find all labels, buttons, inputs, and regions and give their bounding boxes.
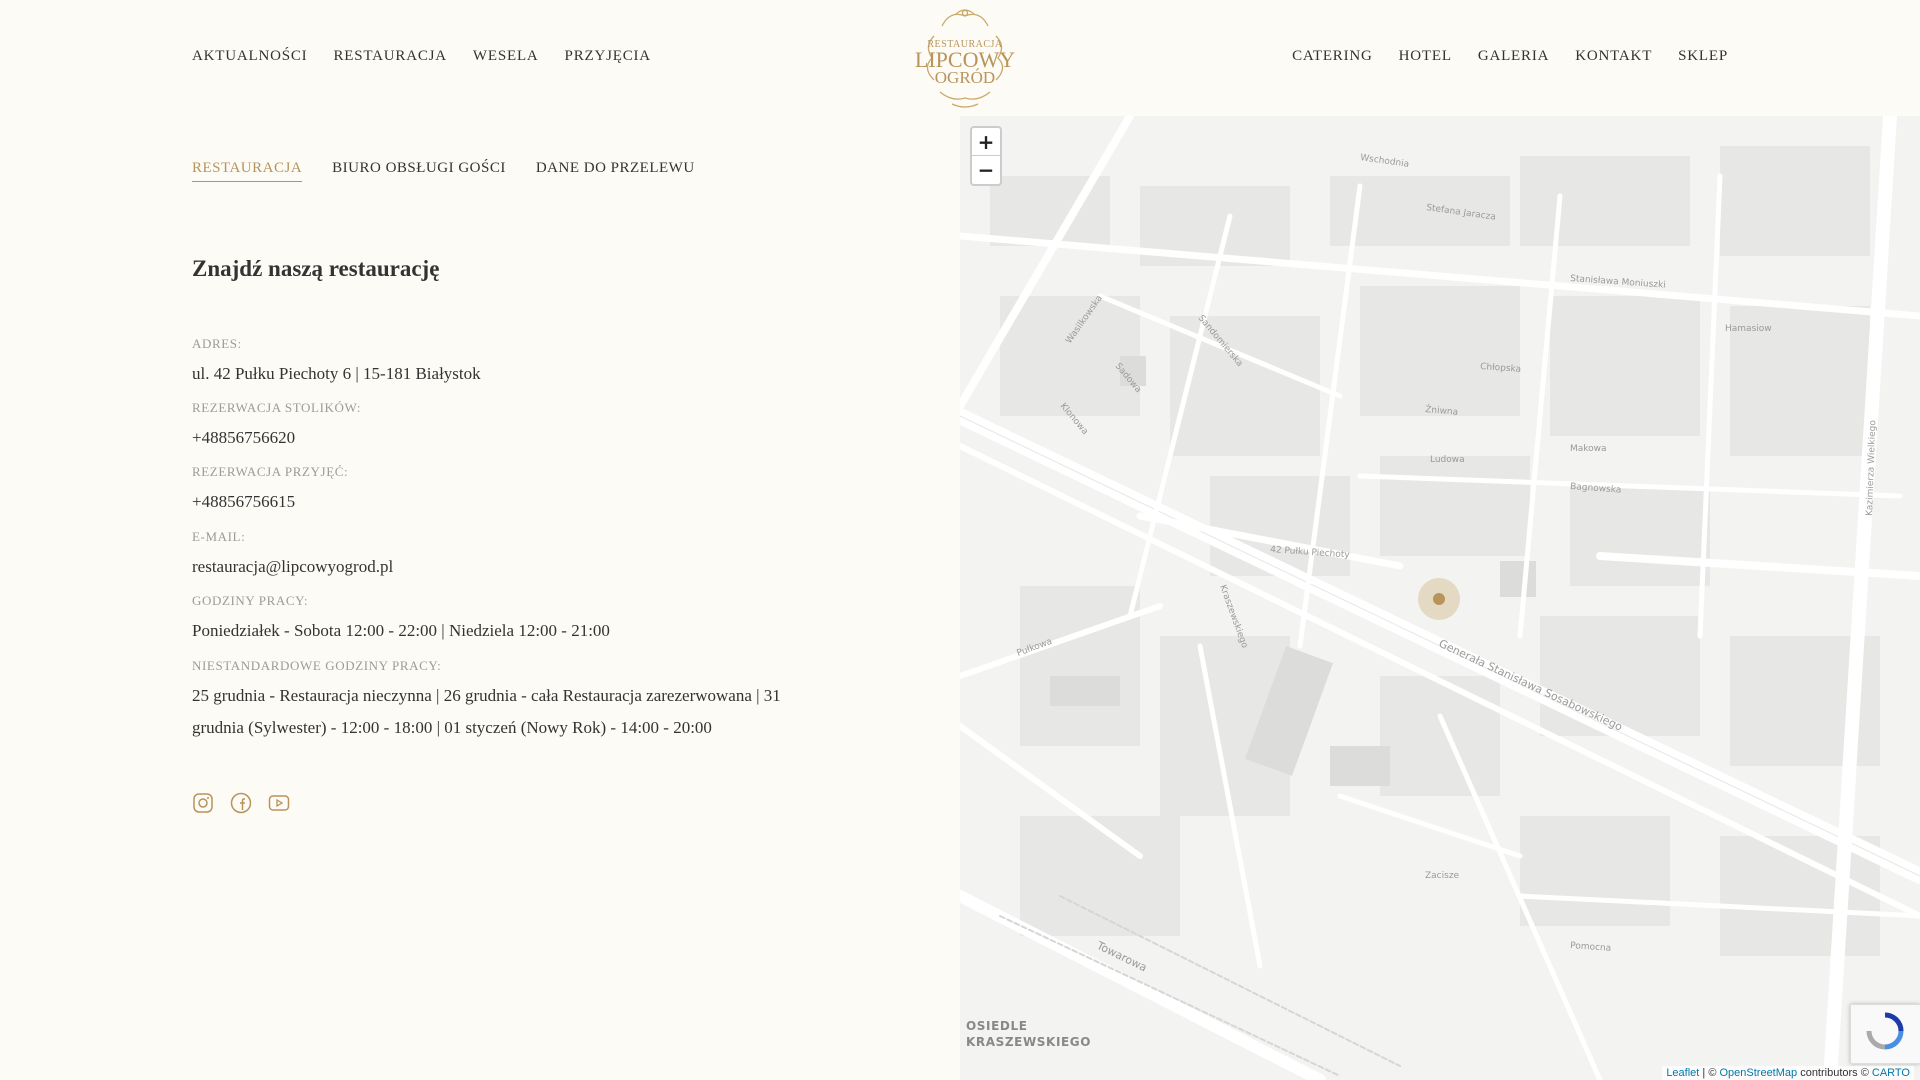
logo-text-ogrod: OGRÓD [934, 67, 996, 87]
phone-link[interactable]: +48856756615 [192, 486, 348, 518]
info-label: NIESTANDARDOWE GODZINY PRACY: [192, 658, 442, 673]
tab-dane-do-przelewu[interactable]: DANE DO PRZELEWU [536, 160, 695, 182]
site-logo[interactable]: RESTAURACJA LIPCOWY OGRÓD [912, 6, 1018, 110]
nav-item-sklep[interactable]: SKLEP [1678, 48, 1728, 65]
social-links [192, 792, 290, 814]
info-address: ADRES: ul. 42 Pułku Piechoty 6 | 15-181 … [192, 336, 481, 390]
nav-left: AKTUALNOŚCI RESTAURACJA WESELA PRZYJĘCIA [192, 48, 651, 65]
carto-link[interactable]: CARTO [1872, 1067, 1910, 1079]
contact-tabs: RESTAURACJA BIURO OBSŁUGI GOŚCI DANE DO … [192, 160, 695, 182]
nav-item-restauracja[interactable]: RESTAURACJA [333, 48, 446, 65]
site-header: AKTUALNOŚCI RESTAURACJA WESELA PRZYJĘCIA… [0, 0, 1920, 116]
info-label: ADRES: [192, 336, 242, 351]
info-opening-hours: GODZINY PRACY: Poniedziałek - Sobota 12:… [192, 593, 610, 647]
nav-item-catering[interactable]: CATERING [1292, 48, 1373, 65]
info-table-reservation: REZERWACJA STOLIKÓW: +48856756620 [192, 400, 361, 454]
leaflet-link[interactable]: Leaflet [1666, 1067, 1699, 1079]
attribution-separator: | © [1699, 1067, 1720, 1079]
map-zoom-control: + − [970, 126, 1002, 186]
zoom-out-button[interactable]: − [972, 156, 1000, 184]
page-title: Znajdź naszą restaurację [192, 256, 440, 281]
info-label: REZERWACJA STOLIKÓW: [192, 400, 362, 415]
info-label: E-MAIL: [192, 529, 246, 544]
nav-right: CATERING HOTEL GALERIA KONTAKT SKLEP [1292, 48, 1728, 65]
tab-restauracja[interactable]: RESTAURACJA [192, 160, 303, 182]
nav-item-kontakt[interactable]: KONTAKT [1575, 48, 1652, 65]
street-label-hamasiow: Hamasiow [1725, 324, 1772, 334]
nav-item-wesela[interactable]: WESELA [473, 48, 539, 65]
location-map[interactable]: Wschodnia Stefana Jaracza Stanisława Mon… [960, 116, 1920, 1080]
info-special-hours: NIESTANDARDOWE GODZINY PRACY: 25 grudnia… [192, 658, 792, 744]
osm-link[interactable]: OpenStreetMap [1719, 1067, 1797, 1079]
email-link[interactable]: restauracja@lipcowyogrod.pl [192, 551, 393, 583]
phone-link[interactable]: +48856756620 [192, 422, 361, 454]
street-label-makowa: Makowa [1570, 444, 1607, 454]
nav-item-hotel[interactable]: HOTEL [1399, 48, 1452, 65]
street-label-zacisze: Zacisze [1425, 871, 1460, 881]
info-value: ul. 42 Pułku Piechoty 6 | 15-181 Białyst… [192, 364, 481, 383]
attribution-contributors: contributors © [1797, 1067, 1872, 1079]
youtube-icon[interactable] [268, 792, 290, 814]
nav-item-aktualnosci[interactable]: AKTUALNOŚCI [192, 48, 307, 65]
info-value: Poniedziałek - Sobota 12:00 - 22:00 | Ni… [192, 621, 610, 640]
zoom-in-button[interactable]: + [972, 128, 1000, 156]
info-value: 25 grudnia - Restauracja nieczynna | 26 … [192, 686, 781, 737]
nav-item-przyjecia[interactable]: PRZYJĘCIA [565, 48, 651, 65]
map-place-label: OSIEDLE KRASZEWSKIEGO [966, 1019, 1092, 1049]
location-marker[interactable] [1433, 593, 1445, 605]
info-event-reservation: REZERWACJA PRZYJĘĆ: +48856756615 [192, 464, 348, 518]
info-label: REZERWACJA PRZYJĘĆ: [192, 464, 349, 479]
map-attribution: Leaflet | © OpenStreetMap contributors ©… [1662, 1066, 1914, 1080]
info-email: E-MAIL: restauracja@lipcowyogrod.pl [192, 529, 393, 583]
facebook-icon[interactable] [230, 792, 252, 814]
recaptcha-badge[interactable] [1850, 1004, 1920, 1064]
street-label-ludowa: Ludowa [1430, 455, 1465, 465]
nav-item-galeria[interactable]: GALERIA [1478, 48, 1549, 65]
instagram-icon[interactable] [192, 792, 214, 814]
tab-biuro-obslugi-gosci[interactable]: BIURO OBSŁUGI GOŚCI [332, 160, 506, 182]
recaptcha-icon [1866, 1012, 1904, 1050]
logo-text-lipcowy: LIPCOWY [914, 46, 1016, 72]
info-label: GODZINY PRACY: [192, 593, 309, 608]
